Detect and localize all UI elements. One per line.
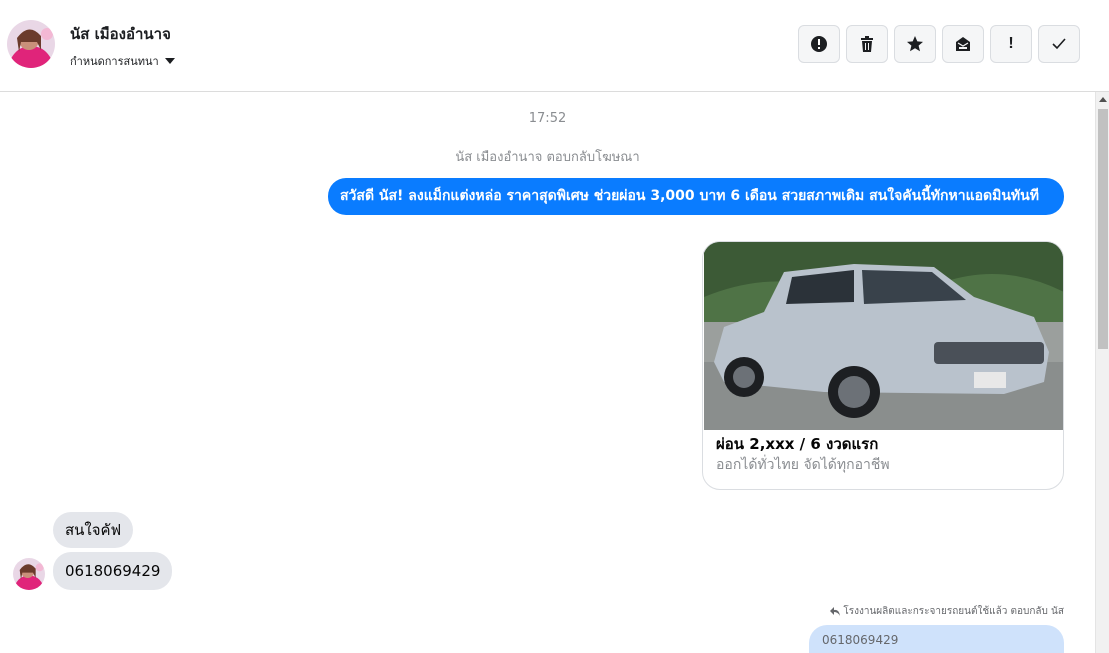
exclamation-icon: ! xyxy=(1008,35,1014,52)
star-icon xyxy=(907,36,923,52)
mail-archive-icon xyxy=(956,37,970,51)
conversation-header: นัส เมืองอำนาจ กำหนดการสนทนา ! xyxy=(0,0,1109,92)
assign-conversation-dropdown[interactable]: กำหนดการสนทนา xyxy=(70,52,175,70)
ad-card-title: ผ่อน 2,xxx / 6 งวดแรก xyxy=(716,435,879,453)
scrollbar-thumb[interactable] xyxy=(1098,109,1108,349)
caret-down-icon xyxy=(164,58,175,64)
incoming-message-bubble[interactable]: 0618069429 xyxy=(53,552,173,590)
contact-name[interactable]: นัส เมืองอำนาจ xyxy=(70,22,171,46)
ad-card[interactable]: ผ่อน 2,xxx / 6 งวดแรก ออกได้ทั่วไทย จัดไ… xyxy=(702,241,1064,490)
conversation-toolbar: ! xyxy=(798,25,1080,63)
ad-car-image[interactable] xyxy=(704,242,1063,430)
ad-card-subtitle: ออกได้ทั่วไทย จัดได้ทุกอาชีพ xyxy=(716,457,890,473)
check-icon xyxy=(1052,38,1066,50)
outgoing-message-bubble[interactable]: สวัสดี นัส! ลงแม็กแต่งหล่อ ราคาสุดพิเศษ … xyxy=(328,178,1064,215)
scroll-up-arrow-icon[interactable] xyxy=(1099,97,1107,102)
report-spam-button[interactable] xyxy=(798,25,840,63)
scrollbar[interactable] xyxy=(1095,92,1109,653)
page-reply-note-text: โรงงานผลิตและกระจายรถยนต์ใช้แล้ว ตอบกลับ… xyxy=(843,606,1064,617)
delete-button[interactable] xyxy=(846,25,888,63)
sender-avatar[interactable] xyxy=(13,558,45,590)
page-reply-quote-bubble[interactable]: 0618069429 xyxy=(809,625,1064,653)
alert-circle-icon xyxy=(811,36,827,52)
star-button[interactable] xyxy=(894,25,936,63)
ad-reply-note: นัส เมืองอำนาจ ตอบกลับโฆษณา xyxy=(455,150,640,165)
message-timestamp: 17:52 xyxy=(528,111,567,126)
mark-done-button[interactable] xyxy=(1038,25,1080,63)
mark-important-button[interactable]: ! xyxy=(990,25,1032,63)
contact-avatar[interactable] xyxy=(7,20,55,68)
page-reply-note: โรงงานผลิตและกระจายรถยนต์ใช้แล้ว ตอบกลับ… xyxy=(830,604,1064,619)
assign-conversation-label: กำหนดการสนทนา xyxy=(70,55,159,68)
trash-icon xyxy=(861,36,873,52)
reply-arrow-icon xyxy=(830,607,841,616)
message-thread[interactable]: 17:52 นัส เมืองอำนาจ ตอบกลับโฆษณา สวัสดี… xyxy=(0,92,1095,653)
incoming-message-bubble[interactable]: สนใจคัฟ xyxy=(53,512,134,548)
archive-button[interactable] xyxy=(942,25,984,63)
